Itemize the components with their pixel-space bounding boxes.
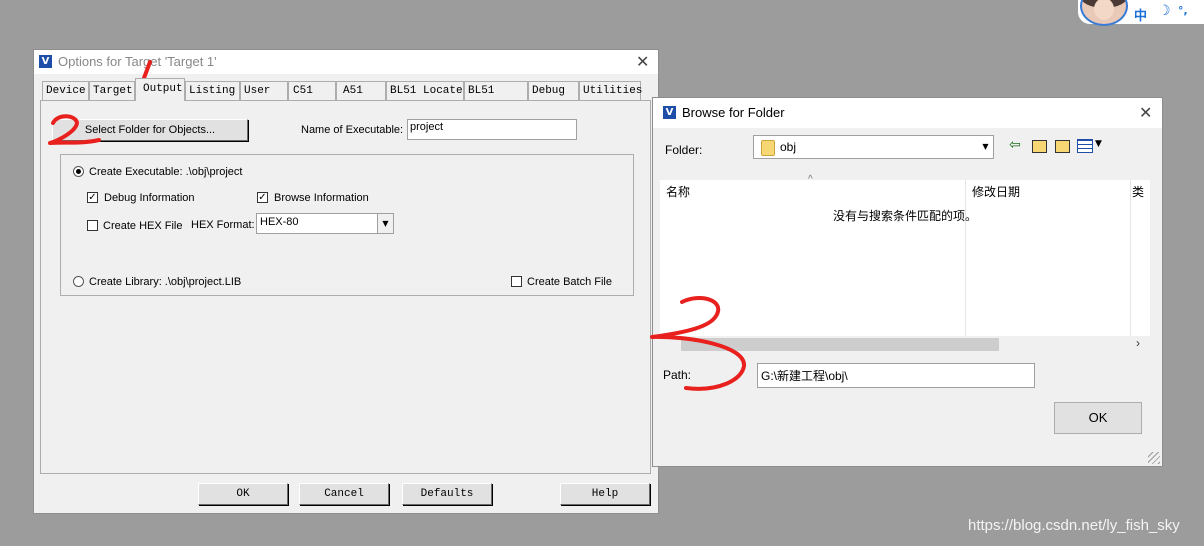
tab-utilities[interactable]: Utilities [579, 81, 642, 100]
create-library-radio[interactable] [73, 276, 84, 287]
up-folder-icon[interactable] [1032, 140, 1047, 153]
tab-output[interactable]: Output [135, 78, 185, 101]
scroll-right-icon[interactable]: › [1136, 336, 1140, 350]
tab-a51[interactable]: A51 [336, 81, 386, 100]
chevron-down-icon[interactable]: ▼ [377, 214, 393, 233]
cancel-button[interactable]: Cancel [299, 483, 389, 505]
options-dialog: V Options for Target 'Target 1' ✕ Device… [33, 49, 659, 514]
folder-icon [761, 140, 775, 156]
view-menu-icon[interactable] [1077, 139, 1093, 153]
tab-debug[interactable]: Debug [528, 81, 579, 100]
column-header-type[interactable]: 类 [1132, 183, 1144, 200]
chevron-down-icon[interactable]: ▼ [978, 136, 993, 158]
ime-language-indicator[interactable]: 中 [1134, 5, 1147, 24]
tab-device[interactable]: Device [42, 81, 89, 100]
back-arrow-icon[interactable]: ⇦ [1009, 137, 1021, 153]
close-icon[interactable]: ✕ [1139, 103, 1152, 122]
empty-list-message: 没有与搜索条件匹配的项。 [833, 209, 978, 223]
create-executable-radio[interactable] [73, 166, 84, 177]
scrollbar-thumb[interactable] [681, 338, 999, 351]
options-dialog-title: Options for Target 'Target 1' [58, 54, 217, 69]
output-group-box: Create Executable: .\obj\project ✓ Debug… [60, 154, 634, 296]
options-dialog-titlebar[interactable]: V Options for Target 'Target 1' ✕ [34, 50, 658, 74]
close-icon[interactable]: ✕ [636, 52, 649, 71]
hex-format-label: HEX Format: [191, 219, 255, 231]
output-tab-panel: Select Folder for Objects... Name of Exe… [40, 100, 651, 474]
create-hex-label: Create HEX File [103, 220, 183, 232]
horizontal-scrollbar[interactable]: › [660, 336, 1150, 353]
create-executable-label: Create Executable: .\obj\project [89, 166, 243, 178]
sort-arrow-icon: ^ [808, 174, 813, 185]
create-batch-file-label: Create Batch File [527, 276, 612, 288]
browse-information-checkbox[interactable]: ✓ [257, 192, 268, 203]
tab-user[interactable]: User [240, 81, 288, 100]
punctuation-icon[interactable]: °, [1178, 4, 1188, 17]
hex-format-select[interactable]: HEX-80 ▼ [256, 213, 394, 234]
ok-button[interactable]: OK [198, 483, 288, 505]
path-input[interactable]: G:\新建工程\obj\ [757, 363, 1035, 388]
folder-label: Folder: [665, 143, 703, 157]
moon-icon[interactable]: ☽ [1158, 3, 1171, 19]
keil-app-icon: V [39, 55, 52, 68]
browse-dialog-title: Browse for Folder [682, 105, 785, 120]
tab-bl51-misc[interactable]: BL51 Misc [464, 81, 528, 116]
debug-information-checkbox[interactable]: ✓ [87, 192, 98, 203]
help-button[interactable]: Help [560, 483, 650, 505]
resize-grip-icon[interactable] [1148, 452, 1160, 464]
folder-list-view[interactable]: 名称 ^ 修改日期 类 没有与搜索条件匹配的项。 [660, 174, 1150, 350]
folder-select[interactable]: obj ▼ [753, 135, 994, 159]
browse-folder-dialog: V Browse for Folder ✕ Folder: obj ▼ ⇦ ▼ … [652, 97, 1163, 467]
browse-information-label: Browse Information [274, 192, 369, 204]
create-hex-checkbox[interactable] [87, 220, 98, 231]
column-header-modified[interactable]: 修改日期 [972, 183, 1020, 200]
name-of-executable-input[interactable]: project [407, 119, 577, 140]
name-of-executable-label: Name of Executable: [301, 124, 404, 136]
browse-dialog-titlebar[interactable]: V Browse for Folder ✕ [653, 98, 1162, 128]
create-library-label: Create Library: .\obj\project.LIB [89, 276, 242, 288]
tab-target[interactable]: Target [89, 81, 135, 100]
keil-app-icon: V [663, 106, 676, 119]
path-label: Path: [663, 368, 692, 382]
new-folder-icon[interactable] [1055, 140, 1070, 153]
defaults-button[interactable]: Defaults [402, 483, 492, 505]
tab-c51[interactable]: C51 [288, 81, 336, 100]
debug-information-label: Debug Information [104, 192, 195, 204]
column-header-name[interactable]: 名称 [666, 183, 690, 200]
tab-bl51-locate[interactable]: BL51 Locate [386, 81, 464, 100]
create-batch-file-checkbox[interactable] [511, 276, 522, 287]
view-dropdown-icon[interactable]: ▼ [1095, 139, 1102, 149]
tab-listing[interactable]: Listing [185, 81, 240, 100]
browse-ok-button[interactable]: OK [1054, 402, 1142, 434]
watermark: https://blog.csdn.net/ly_fish_sky [968, 517, 1180, 534]
select-folder-button[interactable]: Select Folder for Objects... [52, 119, 248, 141]
